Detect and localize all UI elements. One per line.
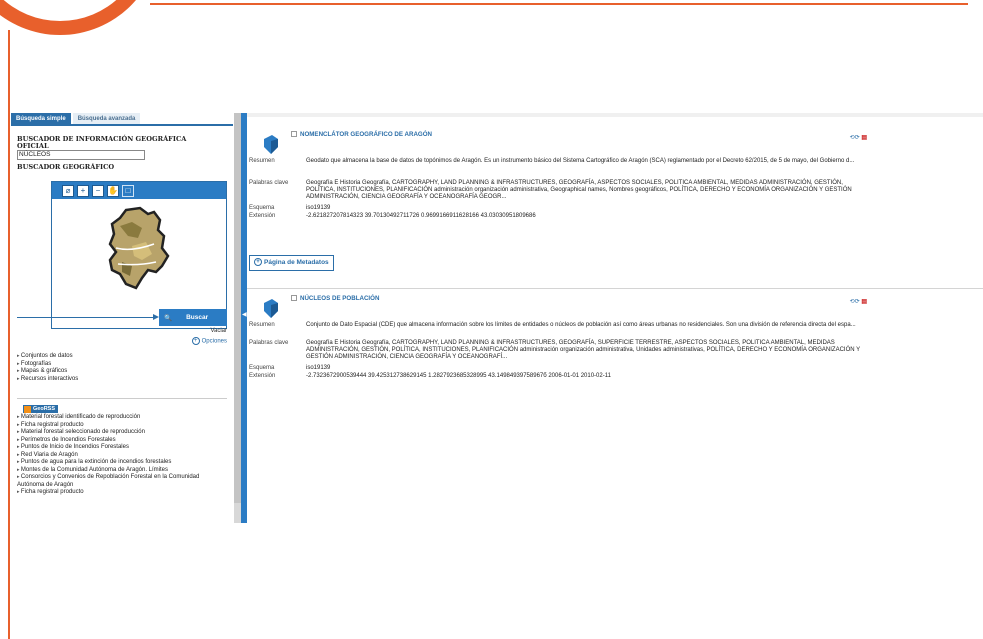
zoom-in-icon[interactable]: + <box>77 184 89 197</box>
georss-label: GeoRSS <box>33 406 56 412</box>
zoom-out-icon[interactable]: − <box>92 184 104 197</box>
catalog-app: Búsqueda simple Búsqueda avanzada BUSCAD… <box>11 113 983 523</box>
geo-search-title: BUSCADOR GEOGRÁFICO <box>17 163 115 171</box>
metadata-page-button[interactable]: + Página de Metadatos <box>249 255 334 271</box>
search-button[interactable]: 🔍 Buscar <box>159 309 227 326</box>
search-input[interactable]: NÚCLEOS <box>17 150 145 160</box>
result-title-text: NÚCLEOS DE POBLACIÓN <box>300 295 380 302</box>
pan-hand-icon[interactable]: ✋ <box>107 184 119 197</box>
clear-link[interactable]: Vaciar <box>210 328 227 334</box>
plus-circle-icon: + <box>254 258 262 267</box>
result-title[interactable]: NÚCLEOS DE POBLACIÓN <box>291 295 379 302</box>
value-extent: -2.621827207814323 39.70130492711726 0.9… <box>306 213 536 219</box>
result-card: NOMENCLÁTOR GEOGRÁFICO DE ARAGÓN ⟲⟳ ▤ Re… <box>247 125 983 280</box>
divider <box>17 398 227 399</box>
metadata-button-label: Página de Metadatos <box>264 259 329 266</box>
label-extent: Extensión <box>249 213 276 219</box>
select-checkbox[interactable] <box>291 131 297 137</box>
options-label: Opciones <box>201 338 227 345</box>
label-schema: Esquema <box>249 205 275 211</box>
buscar-guide-line <box>17 317 157 318</box>
category-maps[interactable]: Mapas & gráficos <box>17 368 78 376</box>
decorative-left-line <box>8 30 10 639</box>
label-schema: Esquema <box>249 365 275 371</box>
category-photos[interactable]: Fotografías <box>17 361 78 369</box>
georss-badge[interactable]: GeoRSS <box>23 405 59 413</box>
result-actions: ⟲⟳ ▤ <box>850 134 867 141</box>
rss-item[interactable]: Puntos de Inicio de Incendios Forestales <box>17 444 222 452</box>
aragon-map <box>108 206 170 290</box>
rss-item[interactable]: Material forestal seleccionado de reprod… <box>17 429 222 437</box>
search-button-label: Buscar <box>186 314 209 321</box>
category-list: Conjuntos de datos Fotografías Mapas & g… <box>17 353 78 383</box>
rss-item[interactable]: Ficha registral producto <box>17 489 222 497</box>
label-keywords: Palabras clave <box>249 180 289 186</box>
dataset-icon <box>264 299 278 318</box>
label-keywords: Palabras clave <box>249 340 289 346</box>
plus-circle-icon: + <box>191 337 200 345</box>
value-resumen: Geodato que almacena la base de datos de… <box>306 158 855 164</box>
label-resumen: Resumen <box>249 322 275 328</box>
tab-simple-search[interactable]: Búsqueda simple <box>11 113 71 124</box>
info-search-title-line2: OFICIAL <box>17 142 49 150</box>
left-scrollbar[interactable] <box>234 113 241 523</box>
category-interactive[interactable]: Recursos interactivos <box>17 376 78 384</box>
label-extent: Extensión <box>249 373 276 379</box>
value-schema: iso19139 <box>306 205 331 211</box>
value-extent: -2.7323672900539444 39.425312738629145 1… <box>306 373 611 379</box>
options-link[interactable]: + Opciones <box>191 337 227 345</box>
rss-item[interactable]: Consorcios y Convenios de Repoblación Fo… <box>17 474 222 489</box>
label-resumen: Resumen <box>249 158 275 164</box>
select-checkbox[interactable] <box>291 295 297 301</box>
result-title-text: NOMENCLÁTOR GEOGRÁFICO DE ARAGÓN <box>300 131 433 138</box>
value-keywords: Geografía E Historia Geografía, CARTOGRA… <box>306 180 852 200</box>
xml-icon[interactable]: ⟲⟳ <box>850 135 860 141</box>
rss-icon <box>24 405 31 413</box>
result-actions: ⟲⟳ ▤ <box>850 298 867 305</box>
geo-search-map[interactable]: ⌀ + − ✋ □ <box>51 181 227 329</box>
scroll-thumb[interactable] <box>234 113 241 503</box>
search-panel: Búsqueda simple Búsqueda avanzada BUSCAD… <box>11 113 233 523</box>
map-toolbar: ⌀ + − ✋ □ <box>52 182 226 199</box>
pdf-icon[interactable]: ▤ <box>861 299 867 305</box>
rss-item[interactable]: Red Viaria de Aragón <box>17 452 222 460</box>
result-title[interactable]: NOMENCLÁTOR GEOGRÁFICO DE ARAGÓN <box>291 131 432 138</box>
rss-item[interactable]: Material forestal identificado de reprod… <box>17 414 222 422</box>
rss-item[interactable]: Puntos de agua para la extinción de ince… <box>17 459 222 467</box>
extent-icon[interactable]: □ <box>122 184 134 197</box>
decorative-top-line <box>150 3 968 5</box>
xml-icon[interactable]: ⟲⟳ <box>850 299 860 305</box>
results-panel: NOMENCLÁTOR GEOGRÁFICO DE ARAGÓN ⟲⟳ ▤ Re… <box>247 113 983 523</box>
pdf-icon[interactable]: ▤ <box>861 135 867 141</box>
rss-feed-list: Material forestal identificado de reprod… <box>17 414 222 497</box>
result-card: NÚCLEOS DE POBLACIÓN ⟲⟳ ▤ Resumen Conjunt… <box>247 288 983 408</box>
category-datasets[interactable]: Conjuntos de datos <box>17 353 78 361</box>
select-tool-icon[interactable]: ⌀ <box>62 184 74 197</box>
collapse-arrow-icon[interactable]: ◀ <box>242 311 247 318</box>
decorative-orange-arc <box>0 0 160 35</box>
value-schema: iso19139 <box>306 365 331 371</box>
tab-advanced-search[interactable]: Búsqueda avanzada <box>72 113 141 124</box>
rss-item[interactable]: Ficha registral producto <box>17 422 222 430</box>
rss-item[interactable]: Montes de la Comunidad Autónoma de Aragó… <box>17 467 222 475</box>
search-tabs: Búsqueda simple Búsqueda avanzada <box>11 113 233 126</box>
results-top-strip <box>247 113 983 117</box>
rss-item[interactable]: Perímetros de Incendios Forestales <box>17 437 222 445</box>
value-keywords: Geografía E Historia Geografía, CARTOGRA… <box>306 340 861 360</box>
magnifier-icon: 🔍 <box>164 314 173 322</box>
value-resumen: Conjunto de Dato Espacial (CDE) que alma… <box>306 322 856 328</box>
dataset-icon <box>264 135 278 154</box>
